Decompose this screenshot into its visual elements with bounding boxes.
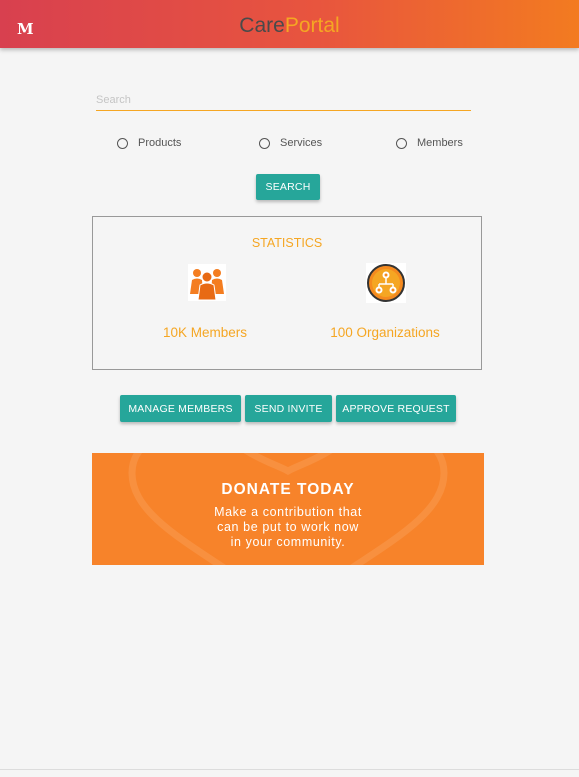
radio-circle-icon[interactable] [259,137,270,149]
brand-care: Care [239,14,285,37]
search-input[interactable] [96,90,471,111]
organizations-count: 100 Organizations [330,325,440,340]
organizations-network-icon [366,263,406,303]
radio-services[interactable]: Services [259,137,322,149]
donate-title: DONATE TODAY [221,481,355,498]
brand-portal: Portal [284,14,340,37]
radio-circle-icon[interactable] [117,137,128,149]
statistics-title: STATISTICS [251,236,323,250]
donate-text: Make a contribution that can be put to w… [214,505,362,549]
brand-title: CarePortal [0,14,579,38]
search-field-wrapper [96,90,471,111]
members-count: 10K Members [162,325,248,340]
radio-label: Services [280,137,323,149]
app-header: M CarePortal [0,0,579,48]
radio-label: Members [417,137,463,149]
bottom-divider [0,769,579,770]
donate-banner[interactable]: DONATE TODAY Make a contribution that ca… [92,453,484,565]
members-group-icon [188,264,226,301]
manage-members-button[interactable]: MANAGE MEMBERS [120,395,241,422]
search-button[interactable]: SEARCH [256,174,320,200]
statistics-panel: STATISTICS 10K Members 100 Organizations [92,216,482,370]
approve-request-button[interactable]: APPROVE REQUEST [336,395,456,422]
send-invite-button[interactable]: SEND INVITE [245,395,332,422]
radio-label: Products [138,137,182,149]
radio-members[interactable]: Members [396,137,463,149]
radio-circle-icon[interactable] [396,137,407,149]
radio-products[interactable]: Products [117,137,181,149]
